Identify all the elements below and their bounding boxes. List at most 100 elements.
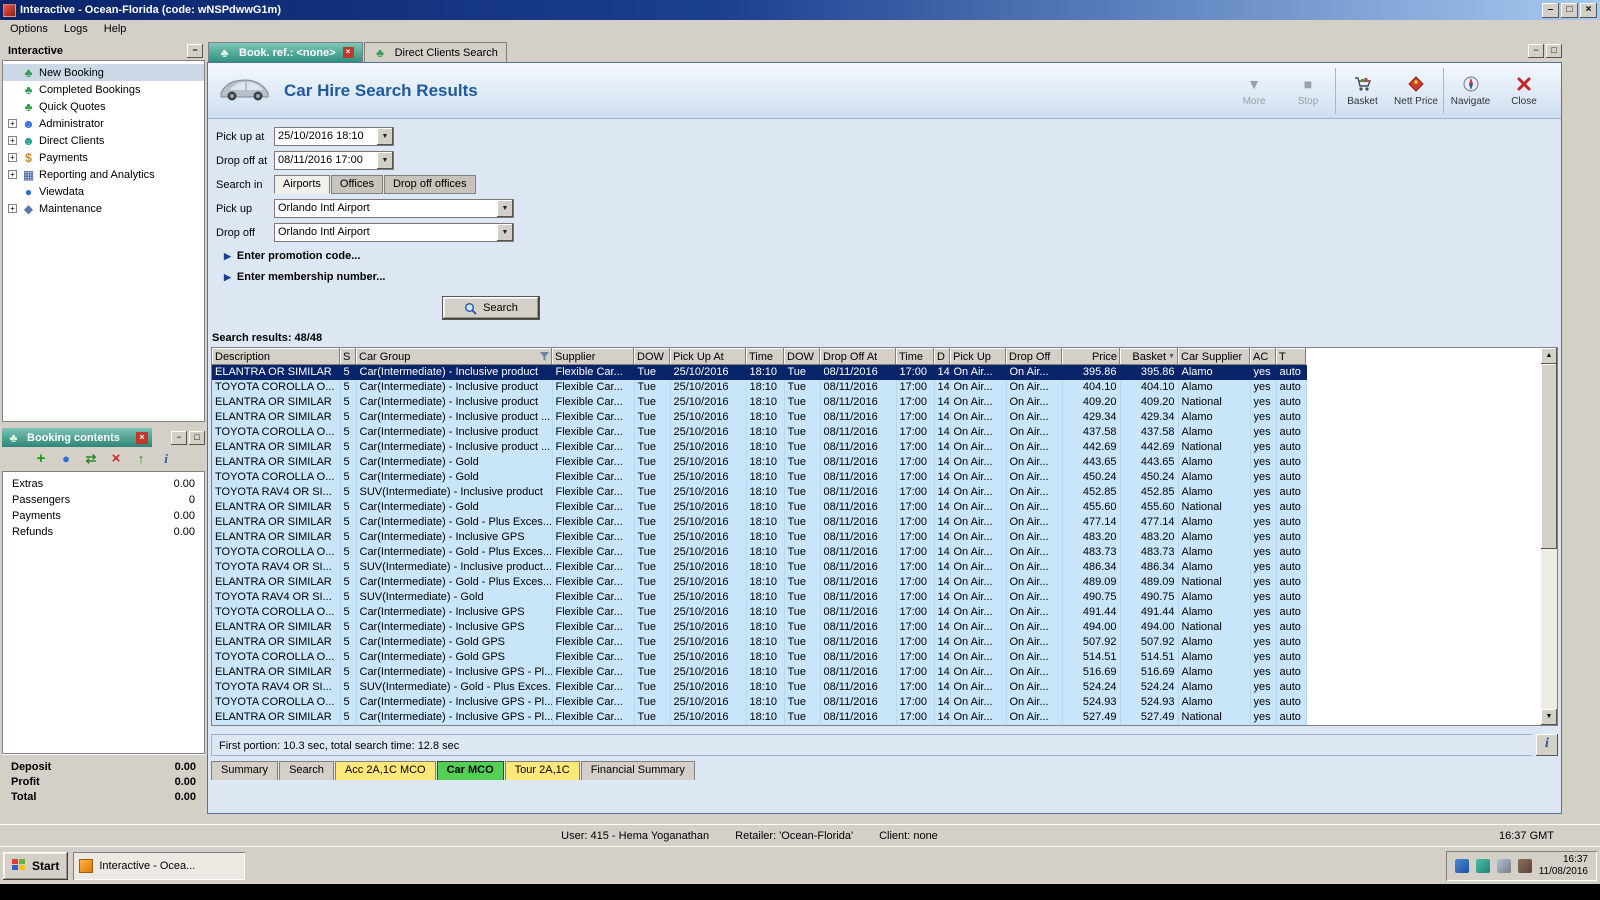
promotion-code-expander[interactable]: ▶ Enter promotion code... (224, 247, 1561, 265)
table-row[interactable]: TOYOTA COROLLA O...5Car(Intermediate) - … (212, 605, 1306, 620)
column-header-description[interactable]: Description (212, 348, 340, 365)
table-row[interactable]: TOYOTA COROLLA O...5Car(Intermediate) - … (212, 380, 1306, 395)
column-header-s[interactable]: S (340, 348, 356, 365)
table-row[interactable]: ELANTRA OR SIMILAR5Car(Intermediate) - I… (212, 440, 1306, 455)
close-results-button[interactable]: Close (1497, 68, 1551, 114)
info-icon[interactable] (158, 451, 174, 467)
vertical-scrollbar[interactable]: ▲ ▼ (1541, 348, 1557, 725)
scroll-track[interactable] (1541, 364, 1557, 709)
table-row[interactable]: ELANTRA OR SIMILAR5Car(Intermediate) - G… (212, 575, 1306, 590)
add-icon[interactable] (33, 451, 49, 467)
table-row[interactable]: ELANTRA OR SIMILAR5Car(Intermediate) - G… (212, 635, 1306, 650)
search-in-tab-offices[interactable]: Offices (331, 175, 383, 194)
menu-item-help[interactable]: Help (96, 21, 135, 37)
volume-icon[interactable] (1518, 859, 1532, 873)
close-button[interactable]: × (1580, 3, 1597, 18)
dropoff-at-dropdown-icon[interactable]: ▼ (377, 152, 393, 169)
table-row[interactable]: ELANTRA OR SIMILAR5Car(Intermediate) - I… (212, 530, 1306, 545)
expand-icon[interactable]: + (8, 119, 17, 128)
tab-direct-clients-search[interactable]: Direct Clients Search (364, 42, 507, 62)
restore-doc-button[interactable]: □ (1546, 44, 1562, 58)
column-header-pick-up[interactable]: Pick Up (950, 348, 1006, 365)
bottom-tab-search[interactable]: Search (279, 761, 334, 780)
bottom-tab-acc-2a-1c-mco[interactable]: Acc 2A,1C MCO (335, 761, 436, 780)
expand-icon[interactable]: + (8, 170, 17, 179)
sidebar-item-quick-quotes[interactable]: Quick Quotes (3, 98, 204, 115)
menu-item-logs[interactable]: Logs (56, 21, 96, 37)
table-row[interactable]: TOYOTA COROLLA O...5Car(Intermediate) - … (212, 650, 1306, 665)
pickup-select[interactable]: Orlando Intl Airport ▼ (274, 199, 514, 218)
sidebar-item-maintenance[interactable]: +Maintenance (3, 200, 204, 217)
close-tab-icon[interactable]: × (343, 47, 354, 58)
table-row[interactable]: TOYOTA RAV4 OR SI...5SUV(Intermediate) -… (212, 590, 1306, 605)
search-in-tab-airports[interactable]: Airports (274, 175, 330, 194)
sidebar-item-completed-bookings[interactable]: Completed Bookings (3, 81, 204, 98)
scroll-down-icon[interactable]: ▼ (1541, 709, 1557, 725)
column-header-car-group[interactable]: Car Group (356, 348, 552, 365)
column-header-drop-off[interactable]: Drop Off (1006, 348, 1062, 365)
nett-price-button[interactable]: Nett Price (1389, 68, 1443, 114)
column-header-price[interactable]: Price (1062, 348, 1120, 365)
column-header-time[interactable]: Time (746, 348, 784, 365)
column-header-dow[interactable]: DOW (784, 348, 820, 365)
display-icon[interactable] (1497, 859, 1511, 873)
bottom-tab-financial-summary[interactable]: Financial Summary (581, 761, 695, 780)
collapse-panel-button[interactable]: − (187, 44, 203, 58)
close-booking-panel-icon[interactable]: × (136, 432, 148, 444)
scroll-thumb[interactable] (1541, 364, 1557, 549)
table-row[interactable]: ELANTRA OR SIMILAR5Car(Intermediate) - I… (212, 620, 1306, 635)
minimize-doc-button[interactable]: − (1528, 44, 1544, 58)
transfer-icon[interactable] (83, 451, 99, 467)
table-row[interactable]: ELANTRA OR SIMILAR5Car(Intermediate) - I… (212, 395, 1306, 410)
delete-icon[interactable] (108, 451, 124, 467)
network-icon[interactable] (1455, 859, 1469, 873)
column-header-dow[interactable]: DOW (634, 348, 670, 365)
table-row[interactable]: TOYOTA COROLLA O...5Car(Intermediate) - … (212, 425, 1306, 440)
table-row[interactable]: ELANTRA OR SIMILAR5Car(Intermediate) - G… (212, 455, 1306, 470)
restore-panel-button[interactable]: □ (189, 431, 205, 445)
column-header-basket[interactable]: Basket▼ (1120, 348, 1178, 365)
table-row[interactable]: ELANTRA OR SIMILAR5Car(Intermediate) - I… (212, 710, 1306, 725)
column-header-ac[interactable]: AC (1250, 348, 1276, 365)
table-row[interactable]: TOYOTA COROLLA O...5Car(Intermediate) - … (212, 470, 1306, 485)
table-row[interactable]: TOYOTA COROLLA O...5Car(Intermediate) - … (212, 545, 1306, 560)
bottom-tab-summary[interactable]: Summary (211, 761, 278, 780)
membership-number-expander[interactable]: ▶ Enter membership number... (224, 268, 1561, 286)
messenger-icon[interactable] (1476, 859, 1490, 873)
maximize-button[interactable]: □ (1561, 3, 1578, 18)
pickup-at-dropdown-icon[interactable]: ▼ (377, 128, 393, 145)
export-icon[interactable] (133, 451, 149, 467)
table-row[interactable]: ELANTRA OR SIMILAR5Car(Intermediate) - I… (212, 410, 1306, 425)
pickup-at-input[interactable]: 25/10/2016 18:10 ▼ (274, 127, 394, 146)
more-button[interactable]: ▼ More (1227, 68, 1281, 114)
expand-icon[interactable]: + (8, 136, 17, 145)
world-icon[interactable] (58, 451, 74, 467)
table-row[interactable]: TOYOTA COROLLA O...5Car(Intermediate) - … (212, 695, 1306, 710)
column-header-pick-up-at[interactable]: Pick Up At (670, 348, 746, 365)
table-row[interactable]: TOYOTA RAV4 OR SI...5SUV(Intermediate) -… (212, 485, 1306, 500)
tab-book-ref-none[interactable]: Book. ref.: <none>× (208, 42, 363, 62)
taskbar-task-button[interactable]: Interactive - Ocea... (73, 852, 245, 880)
menu-item-options[interactable]: Options (2, 21, 56, 37)
dropoff-select[interactable]: Orlando Intl Airport ▼ (274, 223, 514, 242)
sidebar-item-new-booking[interactable]: New Booking (3, 64, 204, 81)
column-header-supplier[interactable]: Supplier (552, 348, 634, 365)
column-header-t[interactable]: T (1276, 348, 1306, 365)
table-row[interactable]: TOYOTA RAV4 OR SI...5SUV(Intermediate) -… (212, 560, 1306, 575)
pickup-dropdown-icon[interactable]: ▼ (497, 200, 513, 217)
table-row[interactable]: ELANTRA OR SIMILAR5Car(Intermediate) - G… (212, 515, 1306, 530)
scroll-up-icon[interactable]: ▲ (1541, 348, 1557, 364)
booking-contents-tab[interactable]: Booking contents × (2, 428, 152, 447)
column-header-d[interactable]: D (934, 348, 950, 365)
dropoff-at-input[interactable]: 08/11/2016 17:00 ▼ (274, 151, 394, 170)
dropoff-dropdown-icon[interactable]: ▼ (497, 224, 513, 241)
table-row[interactable]: ELANTRA OR SIMILAR5Car(Intermediate) - I… (212, 365, 1306, 380)
sidebar-item-reporting-and-analytics[interactable]: +Reporting and Analytics (3, 166, 204, 183)
bottom-tab-car-mco[interactable]: Car MCO (437, 761, 504, 780)
filter-icon[interactable] (540, 352, 549, 361)
sidebar-item-administrator[interactable]: +Administrator (3, 115, 204, 132)
basket-button[interactable]: Basket (1335, 68, 1389, 114)
navigate-button[interactable]: Navigate (1443, 68, 1497, 114)
table-row[interactable]: TOYOTA RAV4 OR SI...5SUV(Intermediate) -… (212, 680, 1306, 695)
minimize-panel-button[interactable]: − (171, 431, 187, 445)
